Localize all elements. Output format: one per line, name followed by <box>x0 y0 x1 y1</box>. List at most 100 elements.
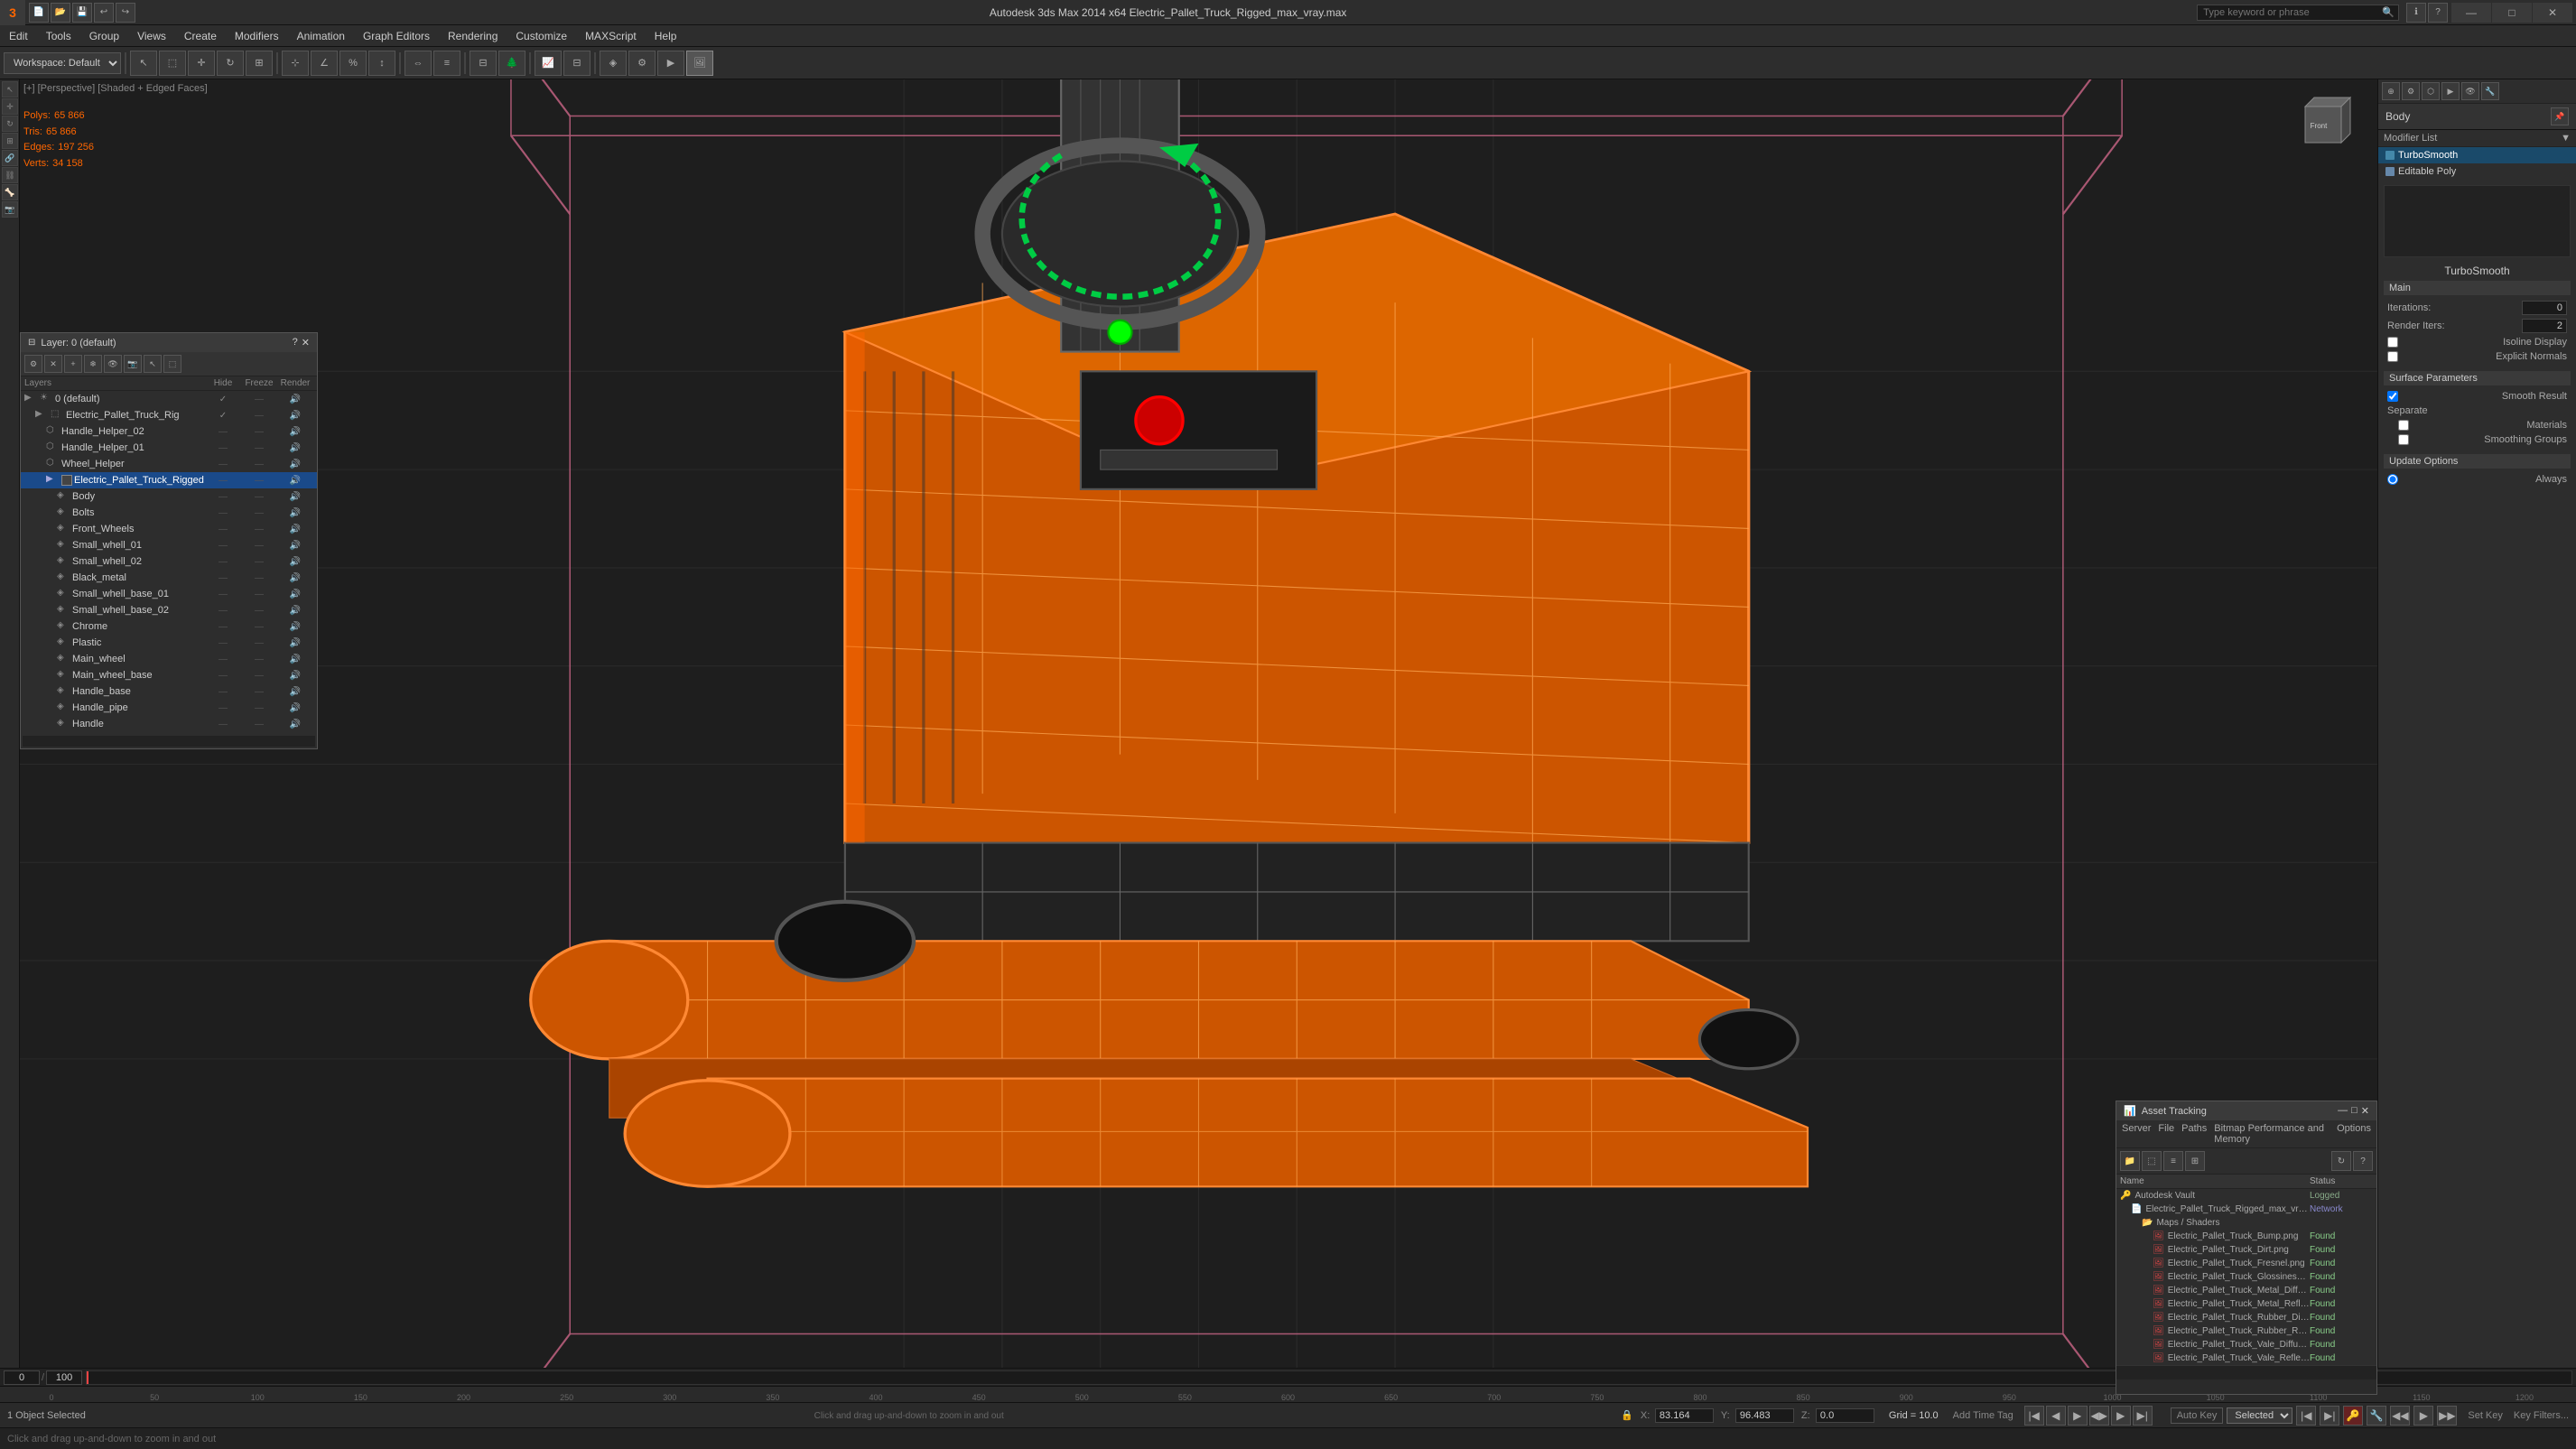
layers-select-btn[interactable]: ↖ <box>144 355 162 373</box>
menu-modifiers[interactable]: Modifiers <box>226 25 288 46</box>
menu-maxscript[interactable]: MAXScript <box>576 25 646 46</box>
layer-item-swb01[interactable]: ◈ Small_whell_base_01 — — 🔊 <box>21 586 317 602</box>
y-input[interactable] <box>1735 1408 1794 1423</box>
rp-hierarchy-btn[interactable]: ⬡ <box>2422 82 2440 100</box>
layer-item-handle-bolts[interactable]: ◈ Handle_bolts — — 🔊 <box>21 732 317 734</box>
play-back-btn[interactable]: ◀▶ <box>2089 1406 2109 1426</box>
layers-freeze-btn[interactable]: ❄ <box>84 355 102 373</box>
asset-item-dirt[interactable]: 🖼 Electric_Pallet_Truck_Dirt.png Found <box>2116 1243 2376 1257</box>
transport-prev-btn[interactable]: |◀ <box>2296 1406 2316 1426</box>
render-iters-input[interactable] <box>2522 319 2567 333</box>
asset-maximize-btn[interactable]: □ <box>2351 1105 2357 1117</box>
add-time-tag[interactable]: Add Time Tag <box>1953 1410 2013 1421</box>
rp-modify-btn[interactable]: ⚙ <box>2402 82 2420 100</box>
layers-scrollbar[interactable] <box>23 736 315 747</box>
asset-item-fresnel[interactable]: 🖼 Electric_Pallet_Truck_Fresnel.png Foun… <box>2116 1257 2376 1270</box>
menu-edit[interactable]: Edit <box>0 25 37 46</box>
render-setup-btn[interactable]: ⚙ <box>628 51 656 76</box>
goto-start-btn[interactable]: |◀ <box>2024 1406 2044 1426</box>
layers-panel-header[interactable]: ⊟ Layer: 0 (default) ? ✕ <box>21 333 317 352</box>
layers-delete-btn[interactable]: ✕ <box>44 355 62 373</box>
layers-hide-btn[interactable]: 👁 <box>104 355 122 373</box>
iterations-input[interactable] <box>2522 301 2567 315</box>
scale-tool-btn[interactable]: ⊞ <box>246 51 273 76</box>
layer-item-handle-base[interactable]: ◈ Handle_base — — 🔊 <box>21 683 317 700</box>
rotate-tool-btn[interactable]: ↻ <box>217 51 244 76</box>
layer-item-front-wheels[interactable]: ◈ Front_Wheels — — 🔊 <box>21 521 317 537</box>
play-btn[interactable]: ▶ <box>2068 1406 2088 1426</box>
x-input[interactable] <box>1655 1408 1714 1423</box>
redo-btn[interactable]: ↪ <box>116 3 135 23</box>
asset-item-bump[interactable]: 🖼 Electric_Pallet_Truck_Bump.png Found <box>2116 1230 2376 1243</box>
menu-tools[interactable]: Tools <box>37 25 80 46</box>
modifier-turbosmooth[interactable]: TurboSmooth <box>2378 147 2576 163</box>
rp-utilities-btn[interactable]: 🔧 <box>2481 82 2499 100</box>
z-input[interactable] <box>1816 1408 1874 1423</box>
set-key-btn[interactable]: 🔑 <box>2343 1406 2363 1426</box>
main-section-title[interactable]: Main <box>2384 281 2571 295</box>
modifier-dropdown-arrow[interactable]: ▼ <box>2561 133 2571 144</box>
render-frame-btn[interactable]: ▶ <box>657 51 684 76</box>
layer-item-sw01[interactable]: ◈ Small_whell_01 — — 🔊 <box>21 537 317 553</box>
left-tool-link[interactable]: 🔗 <box>2 150 18 166</box>
key-filters-text[interactable]: Key Filters... <box>2514 1410 2569 1421</box>
scene-explorer-btn[interactable]: 🌲 <box>498 51 525 76</box>
update-options-title[interactable]: Update Options <box>2384 454 2571 469</box>
workspace-dropdown[interactable]: Workspace: Default <box>4 52 121 74</box>
at-btn-4[interactable]: ⊞ <box>2185 1151 2205 1171</box>
asset-item-rubber-refl[interactable]: 🖼 Electric_Pallet_Truck_Rubber_Reflect.p… <box>2116 1324 2376 1338</box>
percent-snap-btn[interactable]: % <box>339 51 367 76</box>
surface-params-title[interactable]: Surface Parameters <box>2384 371 2571 385</box>
minimize-btn[interactable]: — <box>2451 3 2491 23</box>
mirror-btn[interactable]: ⇔ <box>405 51 432 76</box>
asset-item-metal-refl[interactable]: 🖼 Electric_Pallet_Truck_Metal_Reflect.pn… <box>2116 1297 2376 1311</box>
layer-item-handle-pipe[interactable]: ◈ Handle_pipe — — 🔊 <box>21 700 317 716</box>
select-tool-btn[interactable]: ↖ <box>130 51 157 76</box>
isoline-checkbox[interactable] <box>2387 337 2398 348</box>
layers-settings-btn[interactable]: ⚙ <box>24 355 42 373</box>
menu-customize[interactable]: Customize <box>507 25 576 46</box>
maximize-btn[interactable]: □ <box>2492 3 2532 23</box>
layer-item-plastic[interactable]: ◈ Plastic — — 🔊 <box>21 635 317 651</box>
left-tool-scale[interactable]: ⊞ <box>2 133 18 149</box>
asset-item-vault[interactable]: 🔑 Autodesk Vault Logged <box>2116 1189 2376 1203</box>
menu-views[interactable]: Views <box>128 25 175 46</box>
layers-render-btn[interactable]: 📷 <box>124 355 142 373</box>
modifier-editable-poly[interactable]: Editable Poly <box>2378 163 2576 180</box>
asset-minimize-btn[interactable]: — <box>2338 1105 2348 1117</box>
left-tool-bone[interactable]: 🦴 <box>2 184 18 200</box>
transport-next-btn[interactable]: ▶| <box>2320 1406 2339 1426</box>
at-menu-bitmap[interactable]: Bitmap Performance and Memory <box>2214 1123 2330 1145</box>
quick-render-btn[interactable]: 🖼 <box>686 51 713 76</box>
curve-editor-btn[interactable]: 📈 <box>535 51 562 76</box>
asset-item-glossiness[interactable]: 🖼 Electric_Pallet_Truck_Glossiness.png F… <box>2116 1270 2376 1284</box>
schematic-view-btn[interactable]: ⊟ <box>563 51 591 76</box>
nav-cube[interactable]: Front <box>2296 88 2368 161</box>
layer-item-wheel-helper[interactable]: ⬡ Wheel_Helper — — 🔊 <box>21 456 317 472</box>
viewport[interactable]: [+] [Perspective] [Shaded + Edged Faces]… <box>20 79 2377 1449</box>
save-btn[interactable]: 💾 <box>72 3 92 23</box>
at-btn-refresh[interactable]: ↻ <box>2331 1151 2351 1171</box>
spinner-snap-btn[interactable]: ↕ <box>368 51 395 76</box>
set-key-text[interactable]: Set Key <box>2468 1410 2503 1421</box>
rp-create-btn[interactable]: ⊕ <box>2382 82 2400 100</box>
asset-item-maps-folder[interactable]: 📂 Maps / Shaders <box>2116 1216 2376 1230</box>
asset-item-metal-diff[interactable]: 🖼 Electric_Pallet_Truck_Metal_Diffuse.pn… <box>2116 1284 2376 1297</box>
open-file-btn[interactable]: 📂 <box>51 3 70 23</box>
asset-item-main-file[interactable]: 📄 Electric_Pallet_Truck_Rigged_max_vray.… <box>2116 1203 2376 1216</box>
rp-pin-btn[interactable]: 📌 <box>2551 107 2569 125</box>
tp2-3[interactable]: ▶▶ <box>2437 1406 2457 1426</box>
layer-item-black-metal[interactable]: ◈ Black_metal — — 🔊 <box>21 570 317 586</box>
key-filter-btn[interactable]: 🔧 <box>2367 1406 2386 1426</box>
asset-item-vale-refl[interactable]: 🖼 Electric_Pallet_Truck_Vale_Reflect.png… <box>2116 1351 2376 1365</box>
layer-item-helper01[interactable]: ⬡ Handle_Helper_01 — — 🔊 <box>21 440 317 456</box>
explicit-normals-checkbox[interactable] <box>2387 351 2398 362</box>
layer-item-body[interactable]: ◈ Body — — 🔊 <box>21 488 317 505</box>
layer-item-main-wheel[interactable]: ◈ Main_wheel — — 🔊 <box>21 651 317 667</box>
layer-item-chrome[interactable]: ◈ Chrome — — 🔊 <box>21 618 317 635</box>
menu-animation[interactable]: Animation <box>288 25 354 46</box>
tp2-1[interactable]: ◀◀ <box>2390 1406 2410 1426</box>
snap-toggle-btn[interactable]: ⊹ <box>282 51 309 76</box>
select-region-btn[interactable]: ⬚ <box>159 51 186 76</box>
materials-checkbox[interactable] <box>2398 420 2409 431</box>
